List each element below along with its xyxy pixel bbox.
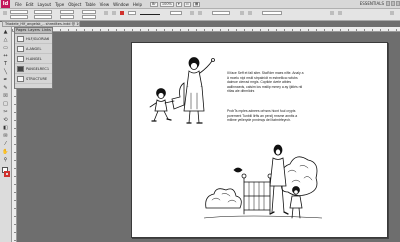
zoom-tool-icon[interactable]: ⚲ [2,157,9,164]
panel-row-label: H-ANGEL [26,56,42,61]
view-options-button[interactable]: ▾ [175,1,182,7]
zoom-select[interactable]: 100% [159,1,174,7]
select-container-icon[interactable] [112,11,116,15]
free-transform-tool-icon[interactable]: ⟲ [2,117,9,124]
document-page[interactable]: Ill face Seff et fall siter. Stalf'der m… [131,42,388,238]
horizontal-ruler[interactable] [12,27,400,32]
body-paragraph-2[interactable]: ProbTs mples adnees orhsns hiont fuul cr… [227,109,305,123]
menu-view[interactable]: View [98,2,112,7]
page-thumbnail [17,45,24,52]
menu-object[interactable]: Object [66,2,83,7]
stroke-weight-field[interactable] [128,11,136,15]
gradient-tool-icon[interactable]: ◧ [2,125,9,132]
panel-row-label: STRUCTURE [26,76,48,81]
pen-tool-icon[interactable]: ✒ [2,77,9,84]
type-tool-icon[interactable]: T [2,61,9,68]
tab-links[interactable]: Links [41,28,52,33]
opacity-field[interactable] [170,11,182,15]
page-thumbnail [17,55,24,62]
scale-x-field[interactable] [60,10,74,14]
menu-type[interactable]: Type [53,2,66,7]
menu-file[interactable]: File [13,2,24,7]
flip-icon[interactable] [104,11,108,15]
gap-tool-icon[interactable]: ↔ [2,53,9,60]
panel-row-label: PANGELREC1 [26,66,50,71]
bridge-button[interactable]: Br [150,1,158,7]
close-icon[interactable] [396,1,400,6]
height-field[interactable] [34,15,52,19]
panel-row[interactable]: H-ANGEL [15,54,52,64]
workspace-switcher[interactable]: ESSENTIALS [360,1,384,6]
direct-selection-tool-icon[interactable]: △ [2,37,9,44]
tools-panel: ▲ △ ▭ ↔ T ╲ ✒ ✎ ☒ □ ✂ ⟲ ◧ ✉ ⁄ ✋ ⚲ [0,22,12,242]
screen-mode-button[interactable]: ▭ [183,1,191,7]
stroke-color-icon[interactable] [4,171,10,177]
column-field[interactable] [262,11,282,15]
pages-panel: Pages Layers Links HLF/GLORIA6 A-ANGEL H… [14,27,53,89]
hand-tool-icon[interactable]: ✋ [2,149,9,156]
frame-fitting-icon[interactable] [330,11,334,15]
control-bar [0,9,400,21]
line-tool-icon[interactable]: ╲ [2,69,9,76]
effects-icon[interactable] [190,11,194,15]
panel-row[interactable]: STRUCTURE [15,74,52,84]
pencil-tool-icon[interactable]: ✎ [2,85,9,92]
scale-y-field[interactable] [60,15,74,19]
mother-child-illustration[interactable] [134,53,230,133]
fit-content-icon[interactable] [338,11,342,15]
page-thumbnail [17,35,24,42]
tab-layers[interactable]: Layers [27,28,41,33]
menu-controls: Br 100% ▾ ▭ ▦ [150,1,201,7]
page-tool-icon[interactable]: ▭ [2,45,9,52]
menu-table[interactable]: Table [83,2,97,7]
rectangle-tool-icon[interactable]: □ [2,101,9,108]
minimize-icon[interactable] [386,1,390,6]
app-logo: Id [1,0,10,8]
panel-menu-icon[interactable] [390,11,394,15]
drop-shadow-icon[interactable] [198,11,202,15]
shear-field[interactable] [82,15,96,19]
panel-row[interactable]: PANGELREC1 [15,64,52,74]
panel-row-label: A-ANGEL [26,46,42,51]
reference-point-icon[interactable] [3,11,7,15]
x-field[interactable] [10,10,28,14]
stroke-style-icon[interactable] [140,14,160,15]
menu-help[interactable]: Help [131,2,144,7]
eyedropper-tool-icon[interactable]: ⁄ [2,141,9,148]
menu-layout[interactable]: Layout [35,2,53,7]
selection-tool-icon[interactable]: ▲ [2,29,9,36]
panel-row[interactable]: A-ANGEL [15,44,52,54]
panel-row[interactable]: HLF/GLORIA6 [15,34,52,44]
align-icon[interactable] [248,11,252,15]
rectangle-frame-tool-icon[interactable]: ☒ [2,93,9,100]
menu-items: File Edit Layout Type Object Table View … [13,2,144,7]
menu-edit[interactable]: Edit [24,2,36,7]
y-field[interactable] [10,15,28,19]
family-garden-illustration[interactable] [204,138,322,222]
page-thumbnail [17,65,24,72]
note-tool-icon[interactable]: ✉ [2,133,9,140]
corner-options-field[interactable] [212,11,230,15]
tab-pages[interactable]: Pages [15,28,27,33]
menu-window[interactable]: Window [111,2,131,7]
maximize-icon[interactable] [391,1,395,6]
panel-row-label: HLF/GLORIA6 [26,36,50,41]
menu-bar: Id File Edit Layout Type Object Table Vi… [0,0,400,9]
body-paragraph-1[interactable]: Ill face Seff et fall siter. Stalf'der m… [227,71,305,94]
text-wrap-icon[interactable] [240,11,244,15]
scissors-tool-icon[interactable]: ✂ [2,109,9,116]
width-field[interactable] [34,10,52,14]
rotate-field[interactable] [82,10,96,14]
arrange-docs-button[interactable]: ▦ [192,1,201,7]
fill-swatch-icon[interactable] [120,11,124,15]
page-thumbnail [17,75,24,82]
